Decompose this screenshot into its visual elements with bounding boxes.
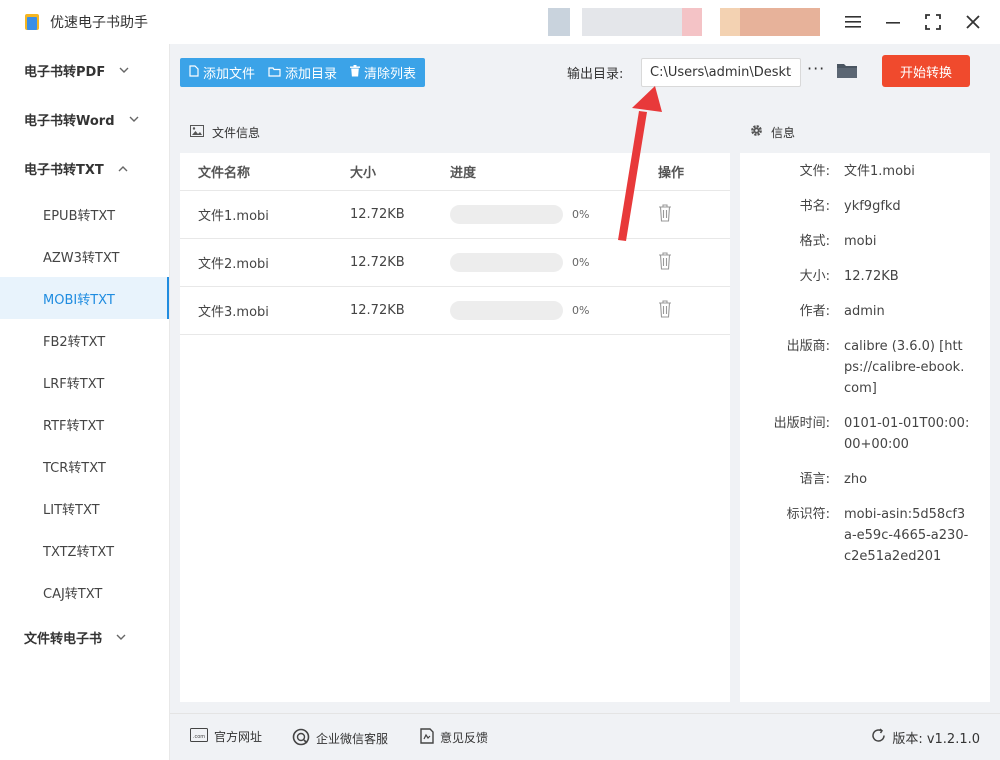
sidebar: 电子书转PDF 电子书转Word 电子书转TXT EPUB转TXT AZW3转T… [0, 44, 170, 760]
chevron-down-icon [129, 113, 139, 126]
progress-bar [450, 301, 563, 320]
sidebar-item-mobi-txt[interactable]: MOBI转TXT [0, 277, 169, 319]
info-row-author: 作者: admin [799, 304, 885, 319]
image-icon [190, 124, 204, 140]
column-operation: 操作 [658, 166, 685, 181]
maximize-icon[interactable] [924, 13, 942, 31]
sidebar-item-lrf-txt[interactable]: LRF转TXT [0, 361, 169, 403]
sidebar-group-txt[interactable]: 电子书转TXT [0, 144, 169, 193]
file-actions-group: 添加文件 添加目录 清除列表 [180, 58, 426, 87]
blurred-user-info [720, 8, 820, 36]
menu-icon[interactable] [844, 13, 862, 31]
file-name: 文件2.mobi [198, 257, 269, 272]
gear-icon [750, 124, 763, 140]
chevron-down-icon [116, 631, 126, 644]
progress-percent: 0% [572, 304, 590, 317]
info-row-format: 格式: mobi [799, 234, 877, 249]
sidebar-item-rtf-txt[interactable]: RTF转TXT [0, 403, 169, 445]
info-row-file: 文件: 文件1.mobi [799, 164, 915, 179]
file-name: 文件1.mobi [198, 209, 269, 224]
feedback-link[interactable]: 意见反馈 [420, 728, 488, 747]
sidebar-item-fb2-txt[interactable]: FB2转TXT [0, 319, 169, 361]
info-row-pubdate: 出版时间: 0101-01-01T00:00:00+00:00 [773, 416, 970, 452]
browse-more-button[interactable]: ··· [807, 59, 825, 78]
sidebar-group-pdf[interactable]: 电子书转PDF [0, 46, 169, 95]
blurred-account-info [548, 8, 702, 36]
feedback-icon [420, 728, 434, 747]
add-directory-button[interactable]: 添加目录 [268, 63, 337, 82]
delete-icon[interactable] [658, 251, 672, 270]
file-size: 12.72KB [350, 207, 405, 222]
info-panel: 信息 文件: 文件1.mobi 书名: ykf9gfkd 格式: mobi 大小: 12… [740, 111, 990, 702]
sidebar-item-txtz-txt[interactable]: TXTZ转TXT [0, 529, 169, 571]
table-row[interactable]: 文件3.mobi 12.72KB 0% [180, 287, 730, 335]
chevron-down-icon [119, 64, 129, 77]
website-icon: .com [190, 728, 208, 745]
trash-icon [350, 65, 361, 80]
website-link[interactable]: .com 官方网址 [190, 728, 262, 745]
toolbar: 添加文件 添加目录 清除列表 输出目录: ··· 开始转换 [170, 44, 1000, 102]
chevron-up-icon [118, 162, 128, 175]
file-list-panel: 文件信息 文件名称 大小 进度 操作 文件1.mobi 12.72KB 0% 文… [180, 111, 730, 702]
table-row[interactable]: 文件1.mobi 12.72KB 0% [180, 191, 730, 239]
info-row-identifier: 标识符: mobi-asin:5d58cf3a-e59c-4665-a230-c2… [786, 507, 969, 564]
file-name: 文件3.mobi [198, 305, 269, 320]
sidebar-group-word[interactable]: 电子书转Word [0, 95, 169, 144]
file-table-header: 文件名称 大小 进度 操作 [180, 153, 730, 191]
progress-bar [450, 205, 563, 224]
table-row[interactable]: 文件2.mobi 12.72KB 0% [180, 239, 730, 287]
close-icon[interactable] [964, 13, 982, 31]
file-panel-header: 文件信息 [180, 111, 730, 153]
sidebar-item-caj-txt[interactable]: CAJ转TXT [0, 571, 169, 613]
output-dir-input[interactable] [641, 58, 801, 87]
info-row-size: 大小: 12.72KB [799, 269, 899, 284]
open-folder-icon[interactable] [837, 62, 857, 78]
wechat-service-link[interactable]: 企业微信客服 [292, 728, 388, 749]
version-info: 版本: v1.2.1.0 [871, 728, 980, 747]
column-name: 文件名称 [198, 166, 251, 181]
refresh-icon[interactable] [871, 728, 886, 747]
info-row-title: 书名: ykf9gfkd [799, 199, 901, 214]
sidebar-group-file-to-ebook[interactable]: 文件转电子书 [0, 613, 169, 662]
delete-icon[interactable] [658, 299, 672, 318]
delete-icon[interactable] [658, 203, 672, 222]
add-file-button[interactable]: 添加文件 [189, 63, 255, 82]
clear-list-button[interactable]: 清除列表 [350, 63, 416, 82]
column-progress: 进度 [450, 166, 477, 181]
sidebar-item-lit-txt[interactable]: LIT转TXT [0, 487, 169, 529]
output-dir-label: 输出目录: [567, 67, 624, 82]
column-size: 大小 [350, 166, 377, 181]
progress-percent: 0% [572, 256, 590, 269]
app-logo-icon [22, 12, 42, 32]
progress-bar [450, 253, 563, 272]
minimize-icon[interactable] [884, 13, 902, 31]
sidebar-item-epub-txt[interactable]: EPUB转TXT [0, 193, 169, 235]
sidebar-item-azw3-txt[interactable]: AZW3转TXT [0, 235, 169, 277]
info-row-publisher: 出版商: calibre (3.6.0) [https://calibre-ebo… [786, 339, 965, 396]
info-row-language: 语言: zho [799, 472, 868, 487]
app-title: 优速电子书助手 [50, 15, 148, 31]
chat-icon [292, 728, 310, 749]
title-bar: 优速电子书助手 [0, 0, 1000, 44]
svg-text:.com: .com [193, 734, 205, 740]
file-size: 12.72KB [350, 303, 405, 318]
start-convert-button[interactable]: 开始转换 [882, 55, 970, 87]
footer: .com 官方网址 企业微信客服 意见反馈 版本: v1.2.1.0 [170, 713, 1000, 760]
progress-percent: 0% [572, 208, 590, 221]
sidebar-item-tcr-txt[interactable]: TCR转TXT [0, 445, 169, 487]
file-icon [189, 65, 199, 80]
info-panel-header: 信息 [740, 111, 990, 153]
folder-outline-icon [268, 66, 281, 80]
file-size: 12.72KB [350, 255, 405, 270]
